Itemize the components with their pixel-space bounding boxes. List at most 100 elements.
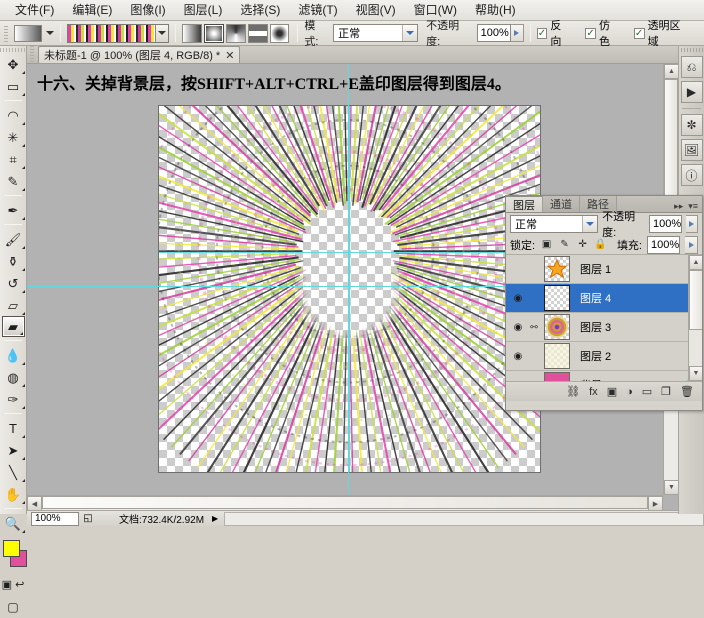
- checkbox-dither[interactable]: ✓ 仿色: [585, 17, 621, 49]
- eyedropper-tool[interactable]: ✎: [1, 170, 26, 192]
- document-tab[interactable]: 未标题-1 @ 100% (图层 4, RGB/8) * ✕: [38, 46, 241, 63]
- layer-visibility-toggle[interactable]: ◉: [508, 351, 528, 362]
- dock-grip[interactable]: [679, 46, 704, 53]
- gradient-type-angle[interactable]: [226, 23, 246, 43]
- layer-visibility-toggle[interactable]: ◉: [508, 293, 528, 304]
- status-arrow-icon[interactable]: ▶: [212, 514, 218, 523]
- scroll-up-button[interactable]: ▲: [689, 255, 702, 270]
- gradient-tool[interactable]: ▰: [1, 316, 25, 337]
- layer-thumbnail-cell[interactable]: [540, 256, 574, 282]
- gradient-dropdown-button[interactable]: [155, 24, 169, 42]
- document-canvas[interactable]: [158, 105, 541, 473]
- screen-mode-button[interactable]: ▢: [1, 596, 26, 618]
- tab-layers[interactable]: 图层: [506, 196, 543, 212]
- layer-thumbnail[interactable]: [544, 314, 570, 340]
- zoom-level-input[interactable]: 100%: [31, 511, 79, 526]
- layer-thumbnail-cell[interactable]: [540, 314, 574, 340]
- menu-view[interactable]: 视图(V): [347, 1, 405, 20]
- delete-layer-button[interactable]: 🗑: [680, 385, 694, 398]
- menu-select[interactable]: 选择(S): [231, 1, 289, 20]
- tab-channels[interactable]: 通道: [543, 196, 580, 212]
- panel-menu-icon[interactable]: ▾≡: [688, 201, 698, 212]
- layers-scrollbar[interactable]: ▲ ▼: [688, 255, 702, 381]
- menu-layer[interactable]: 图层(L): [175, 1, 232, 20]
- line-tool[interactable]: ╲: [1, 461, 26, 483]
- layer-thumbnail[interactable]: [544, 285, 570, 311]
- lock-transparent-pixels-icon[interactable]: ▣: [540, 238, 553, 251]
- gradient-type-linear[interactable]: [182, 23, 203, 43]
- new-group-button[interactable]: ▭: [642, 385, 652, 398]
- new-layer-button[interactable]: ❐: [661, 385, 671, 398]
- layer-thumbnail[interactable]: [544, 256, 570, 282]
- foreground-color-swatch[interactable]: [3, 540, 20, 557]
- checkbox-transparency[interactable]: ✓ 透明区域: [633, 17, 691, 49]
- gradient-editor-swatch[interactable]: [66, 23, 170, 43]
- clone-stamp-tool[interactable]: ⚱: [1, 250, 26, 272]
- zoom-tool[interactable]: 🔍: [1, 512, 26, 534]
- path-selection-tool[interactable]: ➤: [1, 439, 26, 461]
- layer-row[interactable]: ◉ 图层 4: [506, 284, 702, 313]
- layer-opacity-input[interactable]: 100%: [649, 215, 683, 233]
- scroll-down-button[interactable]: ▼: [664, 480, 678, 495]
- layer-thumbnail-cell[interactable]: [540, 285, 574, 311]
- lasso-tool[interactable]: ◠: [1, 104, 26, 126]
- scroll-left-button[interactable]: ◀: [27, 496, 42, 510]
- layer-name[interactable]: 图层 1: [574, 261, 611, 277]
- crop-tool[interactable]: ⌗: [1, 148, 26, 170]
- status-grip-icon[interactable]: ◱: [79, 512, 97, 526]
- checkbox-reverse[interactable]: ✓ 反向: [536, 17, 573, 49]
- lock-position-icon[interactable]: ✛: [576, 238, 589, 251]
- collapse-icon[interactable]: ▸▸: [674, 201, 683, 212]
- scroll-down-button[interactable]: ▼: [689, 366, 702, 381]
- opacity-input[interactable]: 100%: [476, 24, 511, 42]
- info-panel-icon[interactable]: ⓘ: [680, 164, 703, 186]
- gradient-type-radial[interactable]: [204, 23, 224, 43]
- blur-tool[interactable]: 💧: [1, 344, 26, 366]
- canvas-horizontal-scrollbar[interactable]: ◀ ▶: [27, 495, 663, 510]
- scroll-up-button[interactable]: ▲: [664, 64, 678, 79]
- layer-thumbnail[interactable]: [544, 372, 570, 381]
- options-bar-grip[interactable]: [2, 23, 11, 43]
- layer-fill-input[interactable]: 100%: [647, 235, 680, 254]
- layer-row[interactable]: 背景🔒: [506, 371, 702, 381]
- blend-mode-select[interactable]: 正常: [333, 24, 419, 42]
- gradient-preset-swatch[interactable]: [13, 24, 42, 42]
- blend-mode-select[interactable]: 正常: [510, 215, 599, 233]
- adjustment-layer-button[interactable]: ◑: [626, 386, 633, 398]
- add-mask-button[interactable]: ▣: [607, 385, 617, 398]
- link-layers-button[interactable]: ⛓: [566, 385, 580, 398]
- marquee-tool[interactable]: ▭: [1, 75, 26, 97]
- eraser-tool[interactable]: ▱: [1, 294, 26, 316]
- gradient-type-diamond[interactable]: [269, 23, 290, 43]
- menu-edit[interactable]: 编辑(E): [63, 1, 121, 20]
- layer-visibility-toggle[interactable]: ◉: [508, 322, 528, 333]
- menu-image[interactable]: 图像(I): [121, 1, 174, 20]
- chevron-down-icon[interactable]: [45, 31, 54, 35]
- dodge-tool[interactable]: ◍: [1, 366, 26, 388]
- hand-tool[interactable]: ✋: [1, 483, 26, 505]
- quickmask-toggle[interactable]: ▣ ↩: [1, 574, 26, 596]
- layer-thumbnail-cell[interactable]: [540, 372, 574, 381]
- healing-brush-tool[interactable]: ✒: [1, 199, 26, 221]
- type-tool[interactable]: T: [1, 417, 26, 439]
- menu-help[interactable]: 帮助(H): [466, 1, 525, 20]
- menu-file[interactable]: 文件(F): [6, 1, 63, 20]
- opacity-stepper[interactable]: [510, 24, 524, 42]
- tool-presets-panel-icon[interactable]: 🖼: [680, 139, 703, 161]
- lock-all-icon[interactable]: 🔒: [594, 238, 607, 251]
- magic-wand-tool[interactable]: ✳: [1, 126, 26, 148]
- layer-style-button[interactable]: fx: [589, 386, 598, 398]
- history-brush-tool[interactable]: ↺: [1, 272, 26, 294]
- layer-thumbnail-cell[interactable]: [540, 343, 574, 369]
- toolbox-grip[interactable]: [0, 46, 26, 53]
- close-icon[interactable]: ✕: [225, 49, 234, 62]
- layer-row[interactable]: 图层 1: [506, 255, 702, 284]
- layer-row[interactable]: ◉ 图层 2: [506, 342, 702, 371]
- fill-stepper[interactable]: [685, 235, 698, 254]
- layer-thumbnail[interactable]: [544, 343, 570, 369]
- layer-name[interactable]: 图层 4: [574, 290, 611, 306]
- layer-name[interactable]: 背景: [574, 377, 602, 381]
- opacity-stepper[interactable]: [686, 215, 698, 233]
- move-tool[interactable]: ✥: [1, 53, 26, 75]
- layer-name[interactable]: 图层 2: [574, 348, 611, 364]
